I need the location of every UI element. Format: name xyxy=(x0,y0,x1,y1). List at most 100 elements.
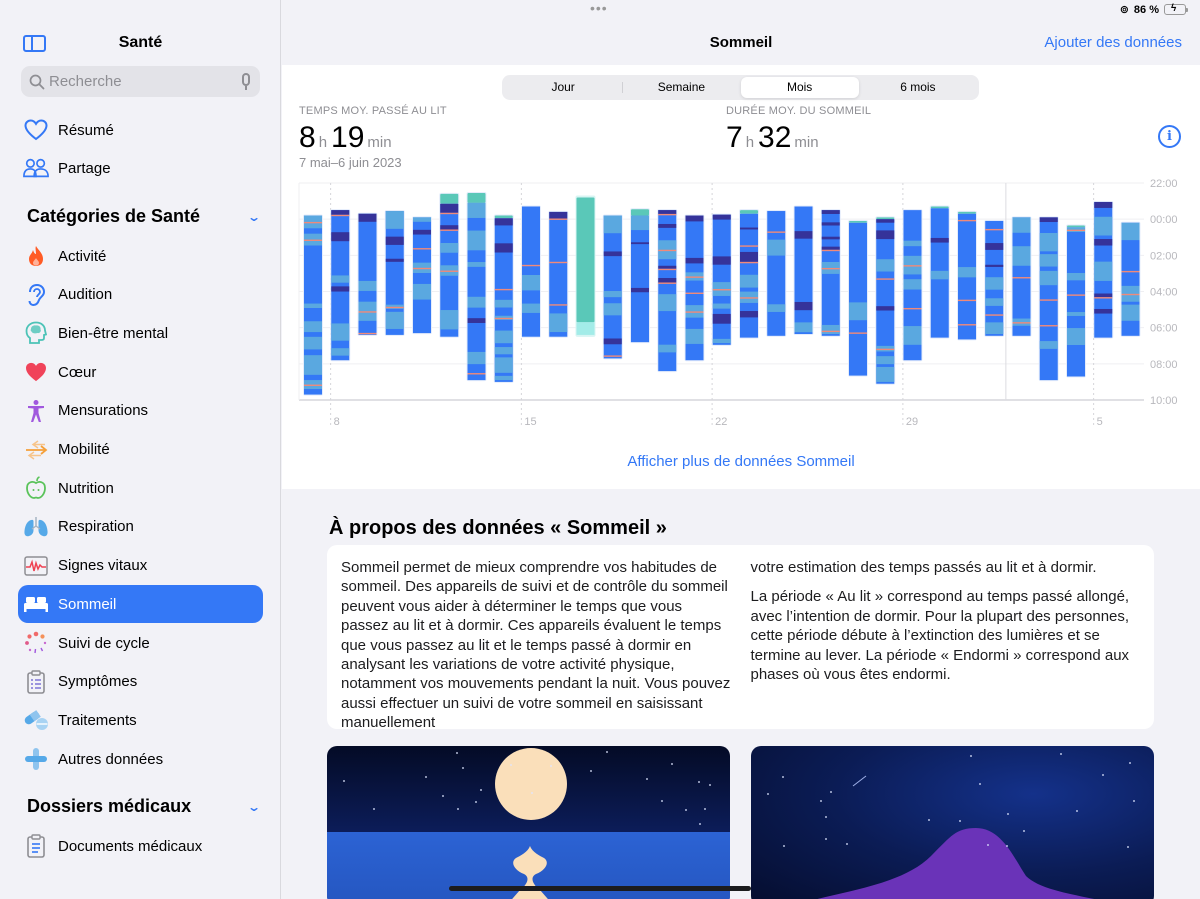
sidebar-item-documents-medicaux[interactable]: Documents médicaux xyxy=(18,827,263,865)
add-data-button[interactable]: Ajouter des données xyxy=(1044,34,1182,51)
night-bar[interactable] xyxy=(766,210,787,337)
night-bar[interactable] xyxy=(793,205,814,335)
sidebar-item-audition[interactable]: Audition xyxy=(18,276,263,314)
rem-sleep-segment xyxy=(740,274,758,288)
night-bar[interactable] xyxy=(684,214,705,362)
brain-head-icon xyxy=(23,320,49,346)
in-bed-segment xyxy=(958,211,976,214)
search-field[interactable] xyxy=(21,66,260,97)
sidebar-item-bien-etre-mental[interactable]: Bien-être mental xyxy=(18,314,263,352)
sidebar-item-traitements[interactable]: Traitements xyxy=(18,701,263,739)
night-bar[interactable] xyxy=(630,208,650,344)
awake-segment xyxy=(685,276,704,278)
night-bar[interactable] xyxy=(466,191,487,382)
star-dot xyxy=(1006,812,1009,815)
sidebar-item-mensurations[interactable]: Mensurations xyxy=(18,392,263,430)
night-bar[interactable] xyxy=(330,209,351,362)
sidebar-item-coeur[interactable]: Cœur xyxy=(18,353,263,391)
sidebar-item-resume[interactable]: Résumé xyxy=(18,111,263,149)
sidebar-item-partage[interactable]: Partage xyxy=(18,149,263,187)
chevron-down-icon[interactable]: ⌄ xyxy=(247,210,261,224)
sidebar-item-nutrition[interactable]: Nutrition xyxy=(18,469,263,507)
deep-sleep-segment xyxy=(821,210,840,214)
night-bar[interactable] xyxy=(384,210,405,336)
night-bar[interactable] xyxy=(1038,216,1059,382)
night-bar[interactable] xyxy=(1011,216,1032,337)
sleep-chart[interactable]: 22:00 00:00 02:00 04:00 06:00 08:00 10:00 8 15 22… xyxy=(282,175,1200,425)
awake-segment xyxy=(821,249,840,252)
night-bar[interactable] xyxy=(439,192,460,338)
stat-minutes: 19 xyxy=(331,121,365,154)
night-bar[interactable] xyxy=(957,210,977,341)
awake-segment xyxy=(903,265,922,267)
deep-sleep-segment xyxy=(331,210,350,215)
night-bar[interactable] xyxy=(820,209,841,337)
tab-6-mois[interactable]: 6 mois xyxy=(859,77,977,98)
night-bar[interactable] xyxy=(984,219,1005,337)
night-bar[interactable] xyxy=(1093,200,1114,339)
night-bar[interactable] xyxy=(848,219,868,377)
tab-jour[interactable]: Jour xyxy=(504,77,622,98)
star-dot xyxy=(646,777,649,780)
night-bar[interactable] xyxy=(357,212,378,336)
rem-sleep-segment xyxy=(767,239,786,256)
sidebar-item-signes-vitaux[interactable]: Signes vitaux xyxy=(18,547,263,585)
core-sleep-segment xyxy=(603,215,622,359)
y-tick-label: 00:00 xyxy=(1150,214,1178,226)
microphone-icon[interactable] xyxy=(242,73,250,90)
night-bar[interactable] xyxy=(875,216,896,385)
night-bar[interactable] xyxy=(412,216,432,335)
night-bar[interactable] xyxy=(739,209,759,339)
night-bar[interactable] xyxy=(548,210,569,338)
multitasking-dots-icon[interactable]: ••• xyxy=(590,1,608,15)
records-section-header[interactable]: Dossiers médicaux ⌄ xyxy=(27,796,261,817)
deep-sleep-segment xyxy=(794,301,813,311)
night-bar[interactable] xyxy=(902,209,923,362)
night-bar[interactable] xyxy=(602,214,623,360)
night-bar[interactable] xyxy=(521,205,541,338)
chevron-down-icon[interactable]: ⌄ xyxy=(247,800,261,814)
night-bar[interactable] xyxy=(1120,221,1141,337)
night-bar[interactable] xyxy=(1066,224,1086,378)
rem-sleep-segment xyxy=(331,348,350,356)
deep-sleep-segment xyxy=(658,278,677,283)
x-tick-label: 22 xyxy=(715,416,727,425)
night-bar[interactable] xyxy=(575,195,596,337)
rem-sleep-segment xyxy=(849,302,867,321)
night-bar[interactable] xyxy=(493,214,514,383)
search-input[interactable] xyxy=(49,73,229,90)
rem-sleep-segment xyxy=(903,240,922,247)
info-icon[interactable]: i xyxy=(1158,125,1181,148)
categories-title: Catégories de Santé xyxy=(27,206,201,226)
deep-sleep-segment xyxy=(385,236,404,245)
night-bar[interactable] xyxy=(303,214,323,396)
night-bar[interactable] xyxy=(657,209,678,373)
sidebar-item-autres-donnees[interactable]: Autres données xyxy=(18,740,263,778)
awake-segment xyxy=(876,278,895,280)
deep-sleep-segment xyxy=(1094,308,1113,314)
moon-over-sea-illustration[interactable] xyxy=(327,746,730,899)
categories-section-header[interactable]: Catégories de Santé ⌄ xyxy=(27,206,261,227)
night-bar[interactable] xyxy=(711,213,732,346)
show-more-sleep-data-link[interactable]: Afficher plus de données Sommeil xyxy=(282,453,1200,470)
home-indicator[interactable] xyxy=(449,886,751,891)
deep-sleep-segment xyxy=(440,203,459,213)
sidebar-item-activite[interactable]: Activité xyxy=(18,237,263,275)
night-bar[interactable] xyxy=(929,205,950,339)
x-tick-label: 5 xyxy=(1097,416,1103,425)
rem-sleep-segment xyxy=(1067,312,1085,316)
sidebar-item-sommeil[interactable]: Sommeil xyxy=(18,585,263,624)
stat-caption: DURÉE MOY. DU SOMMEIL xyxy=(726,105,872,117)
night-hill-illustration[interactable] xyxy=(751,746,1154,899)
star-dot xyxy=(456,807,459,810)
rem-sleep-segment xyxy=(304,355,322,375)
tab-semaine[interactable]: Semaine xyxy=(622,77,740,98)
sidebar-item-mobilite[interactable]: Mobilité xyxy=(18,431,263,469)
sidebar-item-respiration[interactable]: Respiration xyxy=(18,508,263,546)
figure-icon xyxy=(23,398,49,424)
star-dot xyxy=(530,791,533,794)
tab-mois[interactable]: Mois xyxy=(740,77,859,98)
sidebar-item-symptomes[interactable]: Symptômes xyxy=(18,663,263,701)
sidebar-item-suivi-de-cycle[interactable]: Suivi de cycle xyxy=(18,624,263,662)
deep-sleep-segment xyxy=(631,287,649,293)
